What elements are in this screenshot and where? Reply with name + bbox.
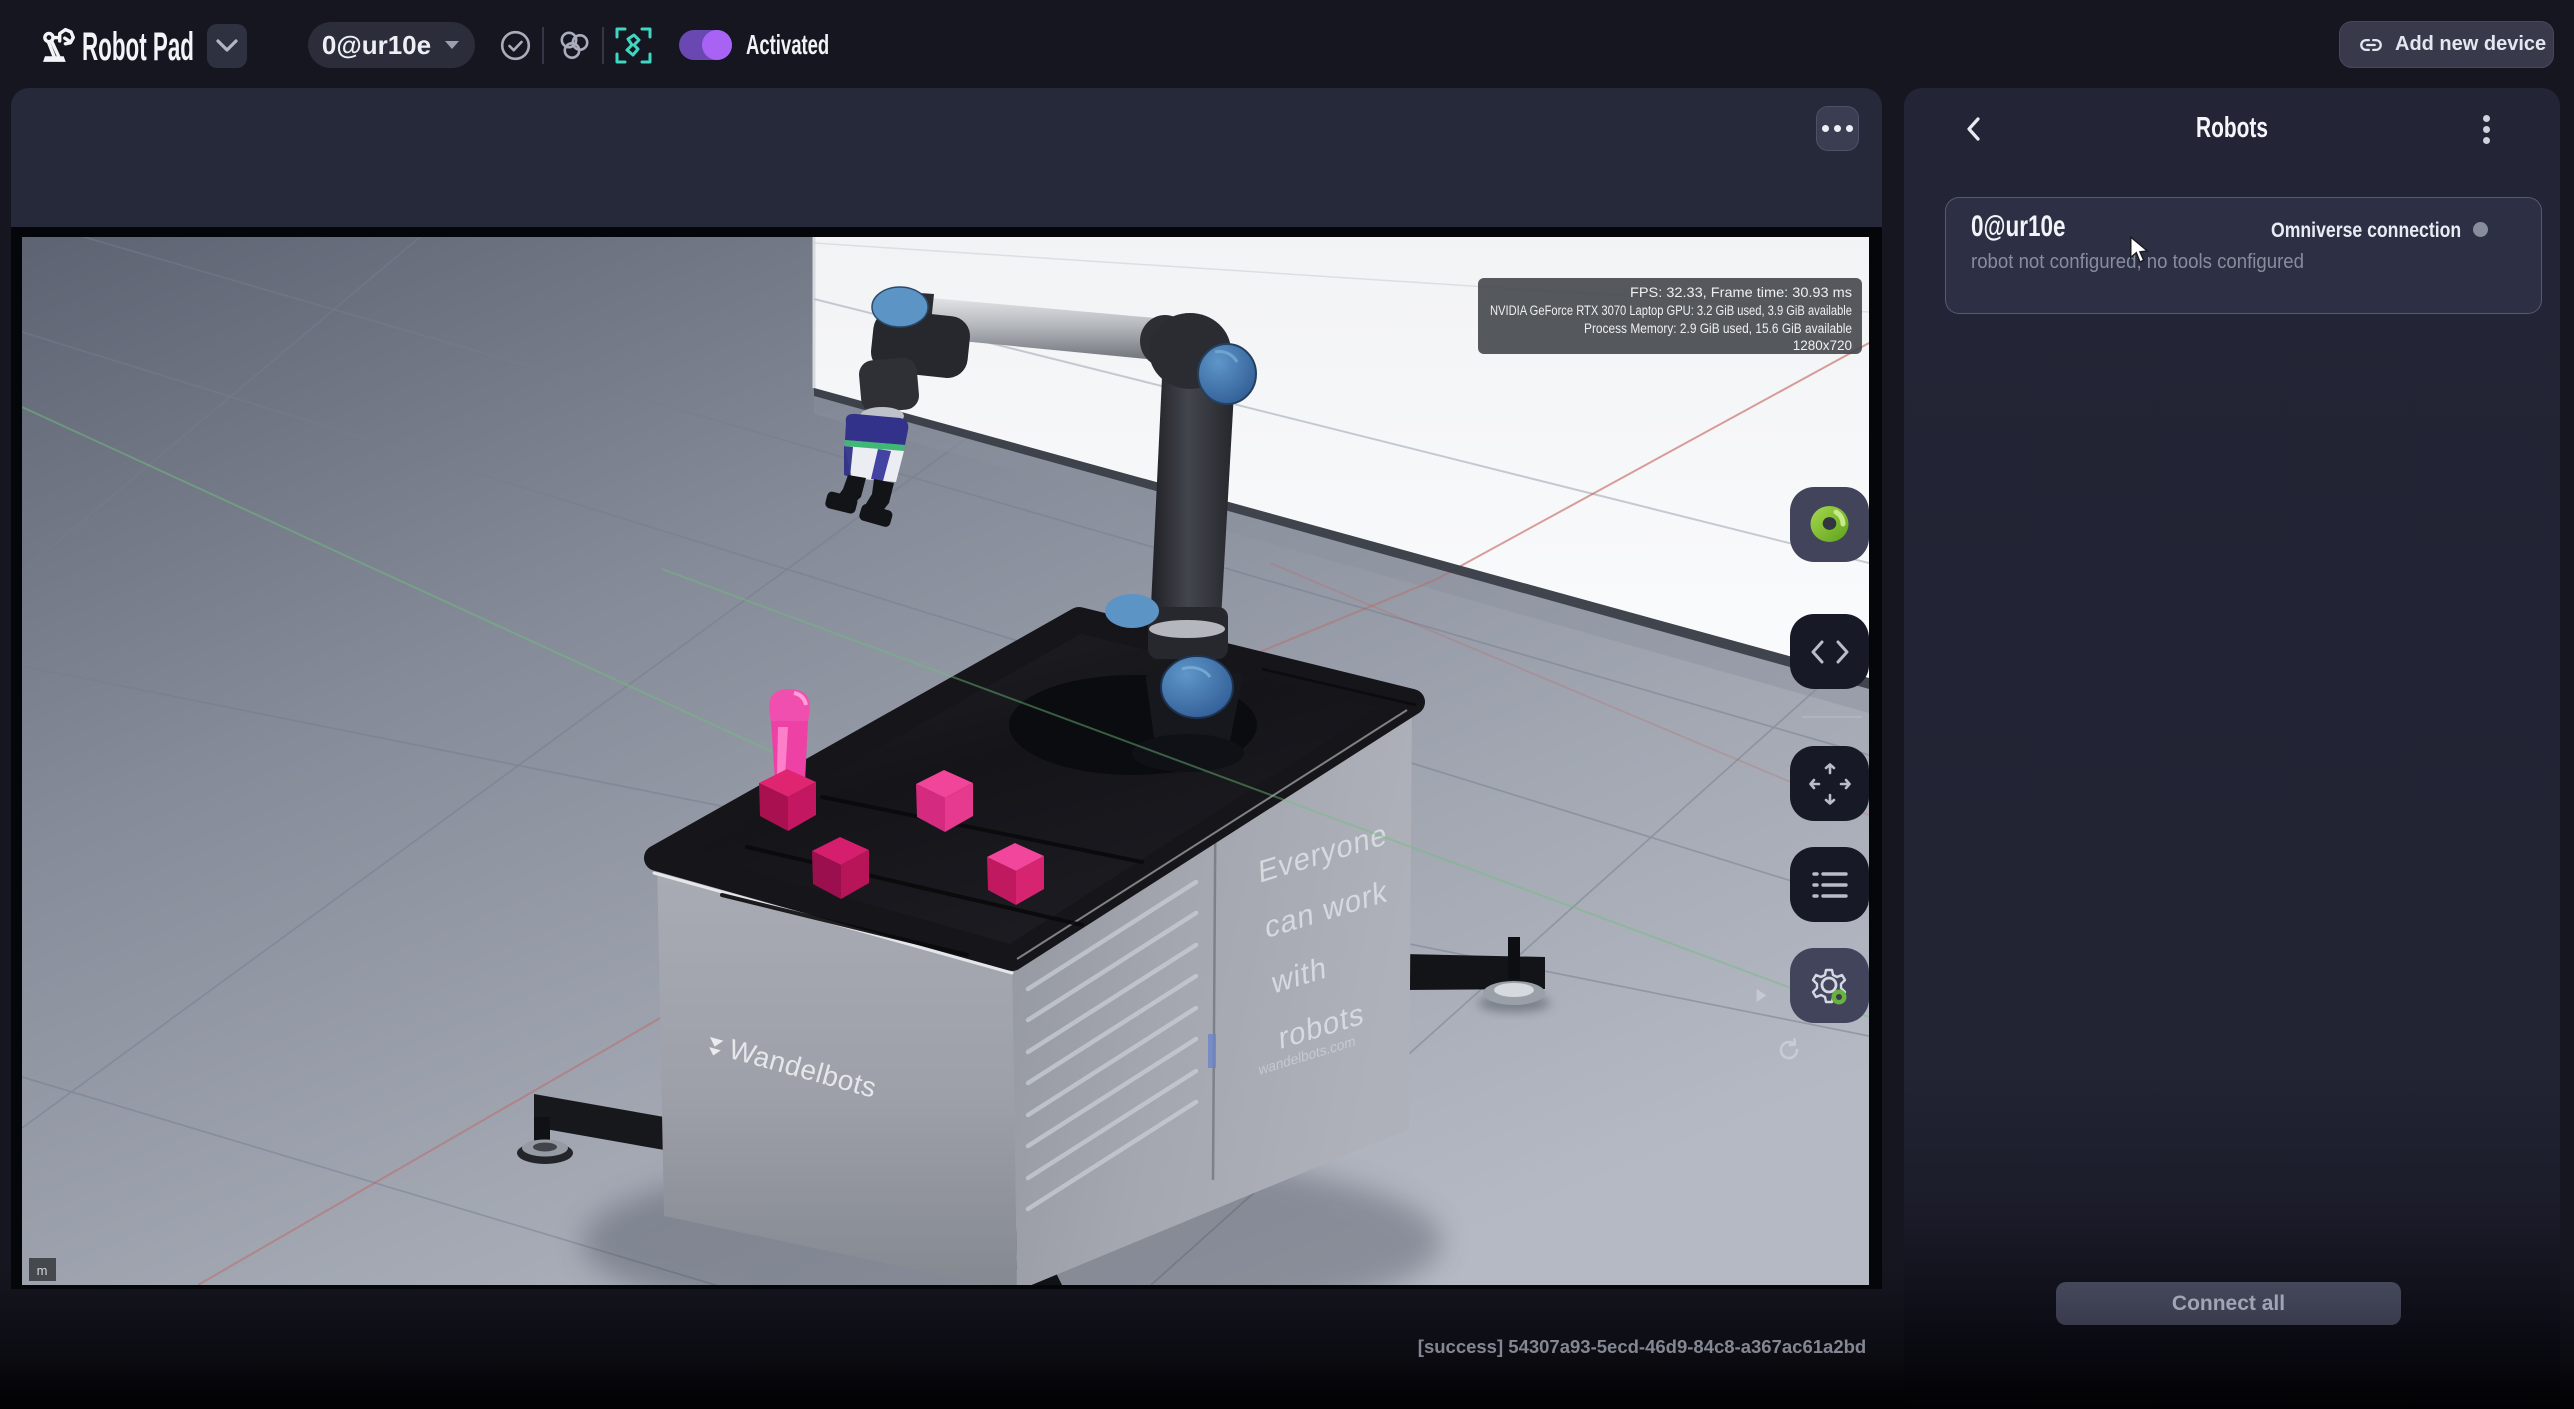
svg-text:NVIDIA GeForce RTX 3070 Laptop: NVIDIA GeForce RTX 3070 Laptop GPU: 3.2 … [1490,303,1852,318]
svg-text:FPS: 32.33, Frame time: 30.93: FPS: 32.33, Frame time: 30.93 ms [1630,285,1852,300]
svg-text:m: m [37,1263,48,1278]
svg-text:Process Memory: 2.9 GiB used,: Process Memory: 2.9 GiB used, 15.6 GiB a… [1584,321,1852,336]
svg-text:1280x720: 1280x720 [1793,338,1852,353]
